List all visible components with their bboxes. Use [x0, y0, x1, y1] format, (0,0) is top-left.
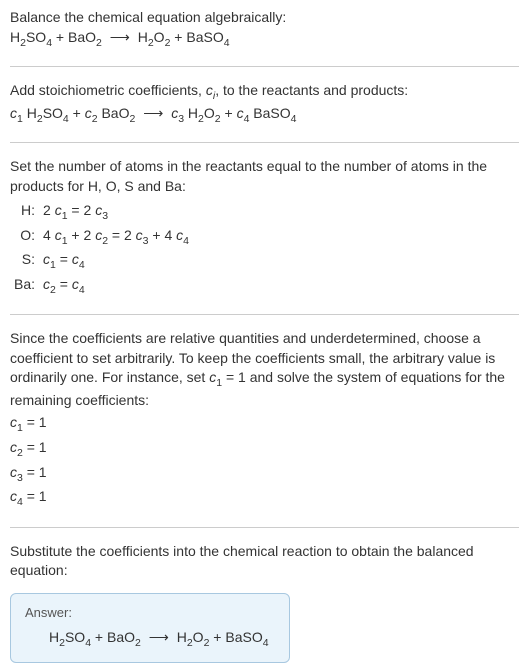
- step2: Add stoichiometric coefficients, ci, to …: [10, 81, 519, 126]
- table-row: S: c1 = c4: [12, 249, 195, 273]
- step2-equation: c1 H2SO4 + c2 BaO2 ⟶ c3 H2O2 + c4 BaSO4: [10, 104, 519, 126]
- coefficient-item: c4 = 1: [10, 486, 519, 511]
- atom-equations-table: H: 2 c1 = 2 c3 O: 4 c1 + 2 c2 = 2 c3 + 4…: [12, 200, 195, 298]
- element-label: Ba:: [12, 274, 41, 298]
- answer-box: Answer: H2SO4 + BaO2 ⟶ H2O2 + BaSO4: [10, 593, 290, 664]
- table-row: H: 2 c1 = 2 c3: [12, 200, 195, 224]
- answer-label: Answer:: [25, 604, 275, 622]
- element-equation: c2 = c4: [41, 274, 195, 298]
- divider: [10, 527, 519, 528]
- step3: Set the number of atoms in the reactants…: [10, 157, 519, 298]
- step4-intro: Since the coefficients are relative quan…: [10, 329, 519, 410]
- element-equation: c1 = c4: [41, 249, 195, 273]
- step4: Since the coefficients are relative quan…: [10, 329, 519, 510]
- divider: [10, 142, 519, 143]
- element-label: O:: [12, 225, 41, 249]
- coefficient-item: c1 = 1: [10, 412, 519, 437]
- table-row: O: 4 c1 + 2 c2 = 2 c3 + 4 c4: [12, 225, 195, 249]
- step5: Substitute the coefficients into the che…: [10, 542, 519, 581]
- divider: [10, 314, 519, 315]
- step3-intro: Set the number of atoms in the reactants…: [10, 157, 519, 196]
- element-equation: 4 c1 + 2 c2 = 2 c3 + 4 c4: [41, 225, 195, 249]
- coefficient-list: c1 = 1c2 = 1c3 = 1c4 = 1: [10, 412, 519, 510]
- step2-intro: Add stoichiometric coefficients, ci, to …: [10, 81, 519, 103]
- coefficient-item: c3 = 1: [10, 462, 519, 487]
- table-row: Ba: c2 = c4: [12, 274, 195, 298]
- element-label: H:: [12, 200, 41, 224]
- coefficient-item: c2 = 1: [10, 437, 519, 462]
- step1: Balance the chemical equation algebraica…: [10, 8, 519, 50]
- element-equation: 2 c1 = 2 c3: [41, 200, 195, 224]
- step1-equation: H2SO4 + BaO2 ⟶ H2O2 + BaSO4: [10, 28, 519, 50]
- step5-intro: Substitute the coefficients into the che…: [10, 542, 519, 581]
- answer-equation: H2SO4 + BaO2 ⟶ H2O2 + BaSO4: [25, 628, 275, 650]
- atom-equations-body: H: 2 c1 = 2 c3 O: 4 c1 + 2 c2 = 2 c3 + 4…: [12, 200, 195, 298]
- element-label: S:: [12, 249, 41, 273]
- divider: [10, 66, 519, 67]
- step1-intro: Balance the chemical equation algebraica…: [10, 8, 519, 28]
